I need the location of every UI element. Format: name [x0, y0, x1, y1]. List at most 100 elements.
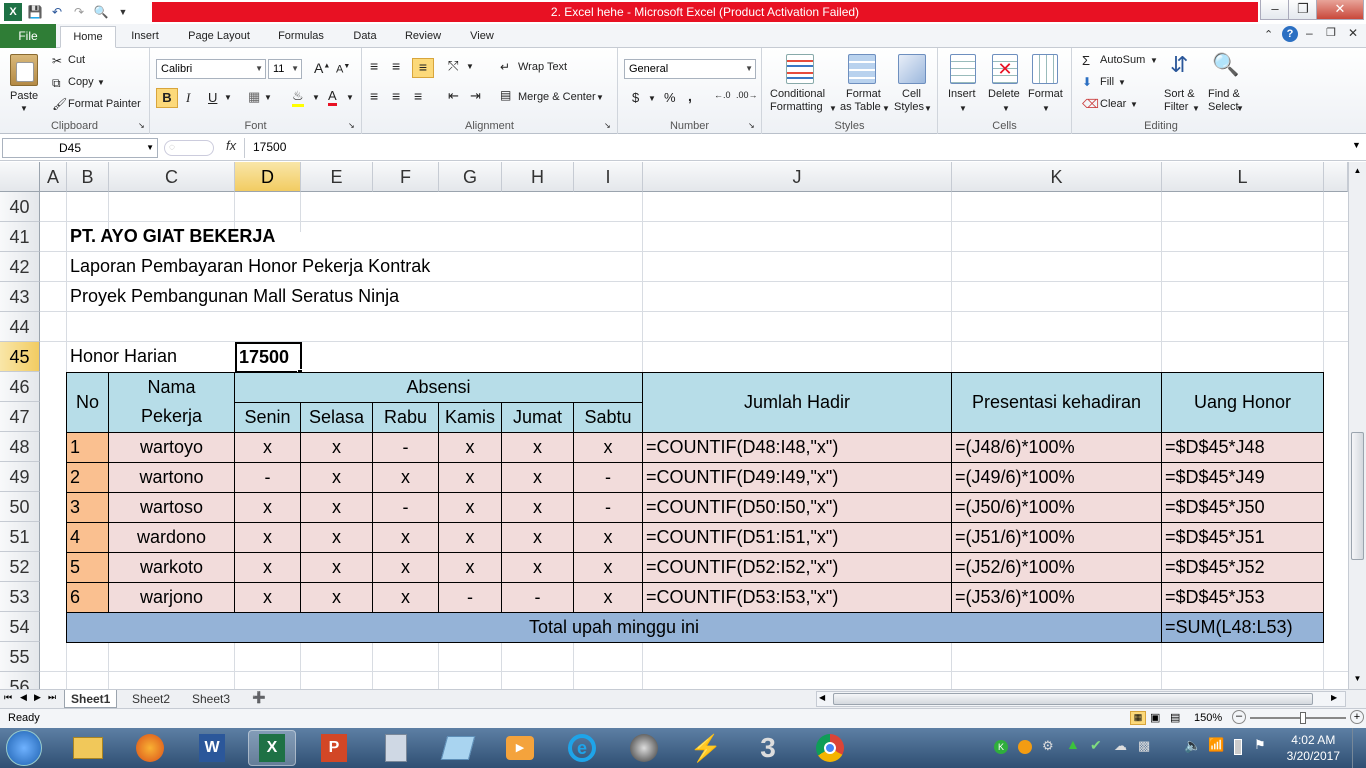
sort-filter-button[interactable]: Sort &	[1164, 88, 1195, 100]
cell-rabu[interactable]: x	[372, 522, 439, 553]
format-cells-icon[interactable]	[1032, 54, 1058, 84]
delete-dropdown-icon[interactable]: ▼	[1002, 104, 1010, 113]
tray-triangle-icon[interactable]: ▲	[1066, 736, 1080, 752]
format-as-table-dropdown-icon[interactable]: ▼	[882, 104, 890, 113]
autosum-button[interactable]: AutoSum	[1100, 54, 1145, 66]
clipboard-launcher-icon[interactable]: ↘	[138, 121, 145, 130]
cell-sabtu[interactable]: x	[573, 552, 643, 583]
row-header-40[interactable]: 40	[0, 192, 40, 222]
formula-bar-expand-icon[interactable]: ◌	[164, 140, 214, 156]
tray-update-icon[interactable]	[1018, 740, 1032, 754]
cell-no[interactable]: 6	[66, 582, 109, 613]
cell-presentasi[interactable]: =(J52/6)*100%	[951, 552, 1162, 583]
row-header-41[interactable]: 41	[0, 222, 40, 252]
row-header-51[interactable]: 51	[0, 522, 40, 552]
col-header-j[interactable]: J	[643, 162, 952, 192]
tray-tools-icon[interactable]: ⚙	[1042, 738, 1054, 754]
fill-color-icon[interactable]: ♨	[292, 88, 304, 107]
row-header-52[interactable]: 52	[0, 552, 40, 582]
insert-cells-button[interactable]: Insert	[948, 88, 976, 100]
cell-presentasi[interactable]: =(J53/6)*100%	[951, 582, 1162, 613]
show-desktop-button[interactable]	[1352, 728, 1366, 768]
cell-sabtu[interactable]: x	[573, 582, 643, 613]
find-select-button[interactable]: Find &	[1208, 88, 1240, 100]
cell-rabu[interactable]: -	[372, 432, 439, 463]
row-header-47[interactable]: 47	[0, 402, 40, 432]
find-dropdown-icon[interactable]: ▼	[1236, 104, 1244, 113]
clear-button[interactable]: Clear	[1100, 98, 1126, 110]
zoom-slider[interactable]	[1250, 712, 1346, 724]
cell-senin[interactable]: x	[234, 522, 301, 553]
row-header-54[interactable]: 54	[0, 612, 40, 642]
last-sheet-icon[interactable]: ⏭	[48, 692, 56, 703]
cell-jumlah-hadir[interactable]: =COUNTIF(D52:I52,"x")	[642, 552, 952, 583]
zoom-level[interactable]: 150%	[1194, 712, 1222, 724]
cell-jumlah-hadir[interactable]: =COUNTIF(D50:I50,"x")	[642, 492, 952, 523]
font-size-dropdown-icon[interactable]: ▼	[291, 60, 299, 78]
col-header-l[interactable]: L	[1162, 162, 1324, 192]
tab-data[interactable]: Data	[344, 26, 386, 48]
conditional-formatting-icon[interactable]	[786, 54, 814, 84]
minimize-button[interactable]: –	[1260, 0, 1290, 20]
cell-rabu[interactable]: x	[372, 582, 439, 613]
row-header-50[interactable]: 50	[0, 492, 40, 522]
cell-senin[interactable]: x	[234, 582, 301, 613]
cell-no[interactable]: 5	[66, 552, 109, 583]
row-header-49[interactable]: 49	[0, 462, 40, 492]
tab-view[interactable]: View	[460, 26, 504, 48]
fill-button[interactable]: Fill	[1100, 76, 1114, 88]
col-header-e[interactable]: E	[301, 162, 373, 192]
cell-styles-button-line2[interactable]: Styles	[894, 101, 924, 113]
align-top-icon[interactable]: ≡	[370, 58, 378, 74]
clear-dropdown-icon[interactable]: ▼	[1130, 100, 1138, 109]
number-format-select[interactable]: General ▼	[624, 59, 756, 79]
internet-explorer-icon[interactable]: e	[558, 730, 606, 766]
cell-kamis[interactable]: x	[438, 552, 502, 583]
insert-cells-icon[interactable]	[950, 54, 976, 84]
font-color-icon[interactable]: A	[328, 88, 337, 106]
report-title[interactable]: Laporan Pembayaran Honor Pekerja Kontrak	[70, 252, 430, 281]
calculator-icon[interactable]	[372, 730, 420, 766]
volume-icon[interactable]: 🔈	[1184, 737, 1201, 754]
vertical-scrollbar[interactable]: ▲ ▼	[1348, 162, 1366, 689]
close-button[interactable]: ✕	[1316, 0, 1364, 20]
project-title[interactable]: Proyek Pembangunan Mall Seratus Ninja	[70, 282, 399, 311]
cell-senin[interactable]: x	[234, 432, 301, 463]
horizontal-scroll-thumb[interactable]	[833, 693, 1313, 705]
cell-selasa[interactable]: x	[300, 462, 373, 493]
cell-jumlah-hadir[interactable]: =COUNTIF(D51:I51,"x")	[642, 522, 952, 553]
tab-formulas[interactable]: Formulas	[270, 26, 332, 48]
cell-uang-honor[interactable]: =$D$45*J51	[1161, 522, 1324, 553]
format-as-table-button-line2[interactable]: as Table	[840, 101, 881, 113]
row-header-46[interactable]: 46	[0, 372, 40, 402]
header-uang-honor[interactable]: Uang Honor	[1161, 372, 1324, 433]
alignment-launcher-icon[interactable]: ↘	[604, 121, 611, 130]
game-icon[interactable]	[620, 730, 668, 766]
grow-font-icon[interactable]: A▲	[314, 60, 330, 76]
paste-button[interactable]: Paste	[10, 90, 38, 102]
align-middle-icon[interactable]: ≡	[392, 58, 400, 74]
scroll-thumb[interactable]	[1351, 432, 1364, 560]
honor-harian-value[interactable]: 17500	[235, 342, 302, 373]
cell-nama[interactable]: wartono	[108, 462, 235, 493]
cell-uang-honor[interactable]: =$D$45*J48	[1161, 432, 1324, 463]
cell-selasa[interactable]: x	[300, 552, 373, 583]
col-header-a[interactable]: A	[40, 162, 67, 192]
cell-jumat[interactable]: x	[501, 522, 574, 553]
help-icon[interactable]: ?	[1282, 26, 1298, 42]
formula-bar-collapse-icon[interactable]: ▼	[1352, 140, 1361, 150]
cell-sabtu[interactable]: -	[573, 462, 643, 493]
increase-indent-icon[interactable]: ⇥	[470, 88, 481, 104]
chrome-icon[interactable]	[806, 730, 854, 766]
col-header-k[interactable]: K	[952, 162, 1162, 192]
cell-nama[interactable]: wartoyo	[108, 432, 235, 463]
restore-button[interactable]: ❐	[1288, 0, 1318, 20]
cell-presentasi[interactable]: =(J48/6)*100%	[951, 432, 1162, 463]
header-selasa[interactable]: Selasa	[300, 402, 373, 433]
conditional-dropdown-icon[interactable]: ▼	[829, 104, 837, 113]
col-header-i[interactable]: I	[574, 162, 643, 192]
save-icon[interactable]: 💾	[26, 3, 44, 21]
font-color-dropdown-icon[interactable]: ▼	[346, 93, 354, 102]
cell-styles-dropdown-icon[interactable]: ▼	[924, 104, 932, 113]
row-header-56[interactable]: 56	[0, 672, 40, 689]
